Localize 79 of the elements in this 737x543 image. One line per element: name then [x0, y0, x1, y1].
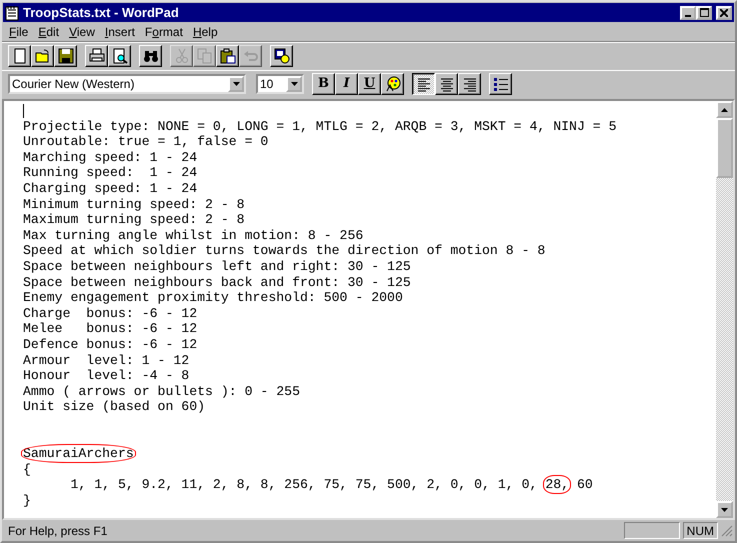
minimize-icon — [685, 14, 691, 16]
text-line: Melee bonus: -6 - 12 — [23, 321, 198, 336]
document-icon[interactable] — [5, 4, 19, 22]
text-line: Maximum turning speed: 2 - 8 — [23, 212, 245, 228]
text-line: Enemy engagement proximity threshold: 500 - 2000 — [23, 290, 403, 306]
close-icon — [720, 8, 728, 16]
toolbar-button[interactable] — [31, 45, 54, 67]
text-line: Minimum turning speed: 2 - 8 — [23, 196, 245, 212]
menu-item[interactable]: Insert — [100, 23, 140, 41]
text-line: Running speed: 1 - 24 — [23, 165, 198, 180]
font-dropdown[interactable]: Courier New (Western) — [8, 74, 246, 94]
format-button[interactable]: B — [312, 73, 335, 95]
num-lock-indicator: NUM — [682, 522, 718, 539]
align-left-icon — [416, 76, 432, 92]
down-arrow-icon — [721, 508, 728, 512]
status-panel — [624, 522, 680, 539]
font-size-dropdown[interactable]: 10 — [256, 74, 304, 94]
text-line: Projectile type: NONE = 0, LONG = 1, MTLG = 2, ARQB = 3, MSKT = 4, NINJ = 5 — [23, 118, 617, 134]
binoculars-icon — [142, 48, 158, 64]
format-button[interactable]: I — [335, 73, 358, 95]
status-text: For Help, press F1 — [7, 522, 108, 539]
toolbar-button[interactable] — [8, 45, 31, 67]
menu-item[interactable]: View — [64, 23, 100, 41]
font-size: 10 — [260, 76, 274, 93]
toolbar-button[interactable] — [85, 45, 108, 67]
vertical-scrollbar[interactable] — [716, 101, 733, 518]
format-button[interactable]: U — [358, 73, 381, 95]
text-line: Charge bonus: -6 - 12 — [23, 306, 198, 321]
text-line: Charging speed: 1 - 24 — [23, 180, 198, 196]
text-line: 60 — [576, 477, 593, 492]
undo-arrow-icon — [242, 48, 258, 64]
new-document-icon — [12, 48, 28, 64]
align-center-icon — [438, 76, 454, 92]
bullet-list-icon — [492, 76, 508, 92]
scroll-up-button[interactable] — [716, 101, 733, 118]
maximize-icon — [700, 8, 708, 17]
text-line: Honour level: -4 - 8 — [23, 368, 190, 384]
menu-item[interactable]: Format — [140, 23, 188, 41]
text-line: Unroutable: true = 1, false = 0 — [23, 134, 268, 150]
text-line: { — [23, 462, 31, 477]
copy-pages-icon — [196, 48, 212, 64]
format-button[interactable] — [412, 73, 435, 95]
palette-icon — [384, 76, 400, 92]
menu-item[interactable]: Help — [188, 23, 223, 41]
text-line: 1, 1, 5, 9.2, 11, 2, 8, 8, 256, 75, 75, 500, 2, 0, 0, 1, 0, — [69, 477, 538, 492]
text-line: Unit size (based on 60) — [23, 399, 206, 414]
menu-item[interactable]: File — [4, 23, 34, 41]
clipboard-icon — [220, 48, 236, 64]
scroll-down-button[interactable] — [716, 501, 733, 518]
align-right-icon — [462, 76, 478, 92]
toolbar-button[interactable] — [270, 45, 293, 67]
printer-icon — [88, 48, 104, 64]
toolbar-button[interactable] — [216, 45, 239, 67]
close-button[interactable] — [716, 6, 732, 20]
scissors-icon — [174, 48, 190, 64]
toolbar-button[interactable] — [139, 45, 162, 67]
text-line: Space between neighbours back and front: 30 - 125 — [23, 274, 411, 290]
maximize-button[interactable] — [696, 6, 712, 20]
menu-item[interactable]: Edit — [33, 23, 64, 41]
scroll-thumb[interactable] — [716, 118, 733, 178]
toolbar-button[interactable] — [108, 45, 131, 67]
text-document[interactable] — [4, 101, 716, 518]
text-line: Armour level: 1 - 12 — [23, 352, 190, 368]
magnifier-page-icon — [112, 48, 128, 64]
open-folder-icon — [34, 48, 50, 64]
text-line: Speed at which soldier turns towards the direction of motion 8 - 8 — [23, 243, 546, 258]
text-line: Marching speed: 1 - 24 — [23, 150, 198, 165]
text-line: Defence bonus: -6 - 12 — [23, 336, 198, 352]
up-arrow-icon — [721, 108, 728, 112]
circled-text: 28, — [545, 477, 570, 492]
minimize-button[interactable] — [680, 6, 696, 20]
toolbar-button[interactable] — [54, 45, 77, 67]
text-line: Space between neighbours left and right: 30 - 125 — [23, 258, 411, 274]
text-line: Ammo ( arrows or bullets ): 0 - 255 — [23, 384, 300, 399]
circled-text: SamuraiArchers — [23, 446, 134, 462]
text-line: Max turning angle whilst in motion: 8 - 256 — [23, 228, 364, 243]
font-name: Courier New (Western) — [12, 76, 134, 93]
window-title: TroopStats.txt - WordPad — [23, 4, 180, 22]
text-line: } — [23, 492, 31, 508]
